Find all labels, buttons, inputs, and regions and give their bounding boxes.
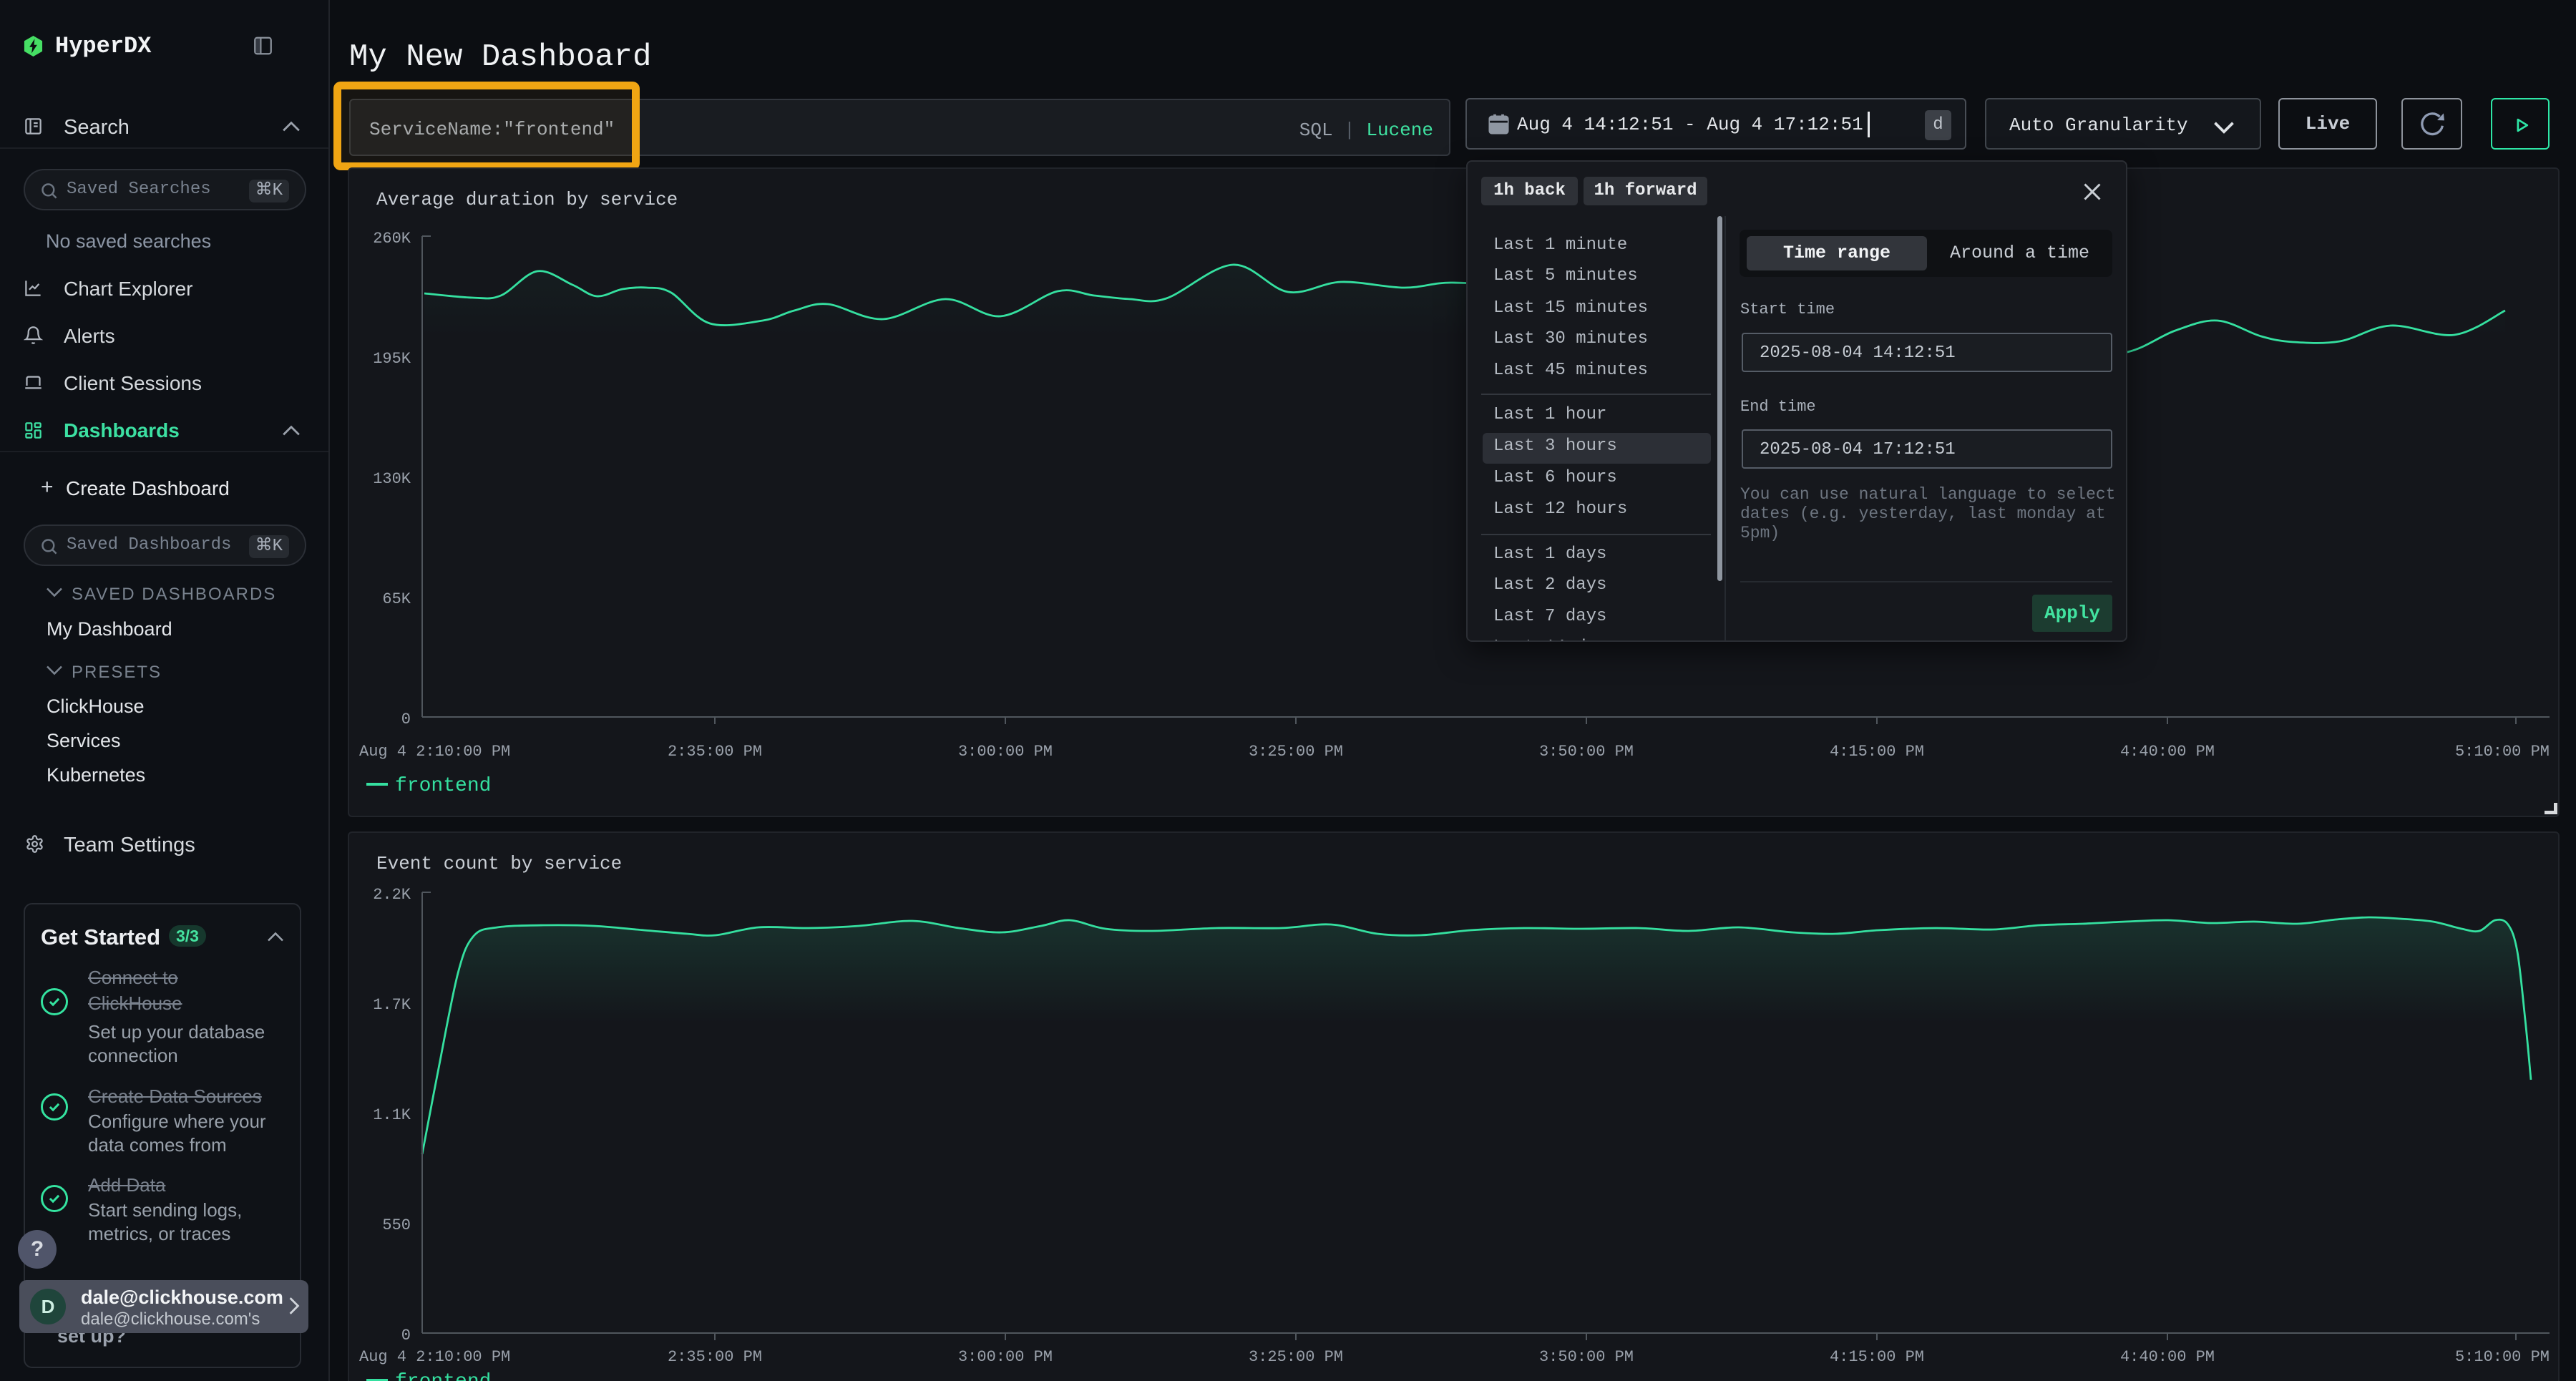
svg-text:4:40:00 PM: 4:40:00 PM [2120, 743, 2215, 761]
svg-text:130K: 130K [373, 470, 411, 488]
svg-text:Aug 4 2:10:00 PM: Aug 4 2:10:00 PM [359, 1348, 510, 1366]
svg-text:2.2K: 2.2K [373, 886, 411, 904]
svg-text:1.7K: 1.7K [373, 996, 411, 1014]
svg-text:0: 0 [401, 711, 411, 728]
svg-text:2:35:00 PM: 2:35:00 PM [668, 743, 762, 761]
svg-text:frontend: frontend [395, 1371, 491, 1381]
svg-text:3:50:00 PM: 3:50:00 PM [1539, 1348, 1634, 1366]
svg-text:5:10:00 PM: 5:10:00 PM [2455, 743, 2550, 761]
svg-text:2:35:00 PM: 2:35:00 PM [668, 1348, 762, 1366]
svg-text:65K: 65K [382, 590, 411, 608]
svg-text:4:15:00 PM: 4:15:00 PM [1830, 1348, 1924, 1366]
svg-text:1.1K: 1.1K [373, 1106, 411, 1124]
svg-text:frontend: frontend [395, 775, 491, 797]
svg-text:4:15:00 PM: 4:15:00 PM [1830, 743, 1924, 761]
svg-text:4:40:00 PM: 4:40:00 PM [2120, 1348, 2215, 1366]
svg-text:3:50:00 PM: 3:50:00 PM [1539, 743, 1634, 761]
svg-text:5:10:00 PM: 5:10:00 PM [2455, 1348, 2550, 1366]
svg-text:195K: 195K [373, 350, 411, 368]
svg-text:0: 0 [401, 1327, 411, 1345]
svg-text:550: 550 [382, 1216, 411, 1234]
svg-text:3:00:00 PM: 3:00:00 PM [958, 743, 1053, 761]
svg-text:3:25:00 PM: 3:25:00 PM [1249, 743, 1343, 761]
svg-text:3:25:00 PM: 3:25:00 PM [1249, 1348, 1343, 1366]
svg-text:260K: 260K [373, 230, 411, 248]
svg-text:Aug 4 2:10:00 PM: Aug 4 2:10:00 PM [359, 743, 510, 761]
svg-text:3:00:00 PM: 3:00:00 PM [958, 1348, 1053, 1366]
